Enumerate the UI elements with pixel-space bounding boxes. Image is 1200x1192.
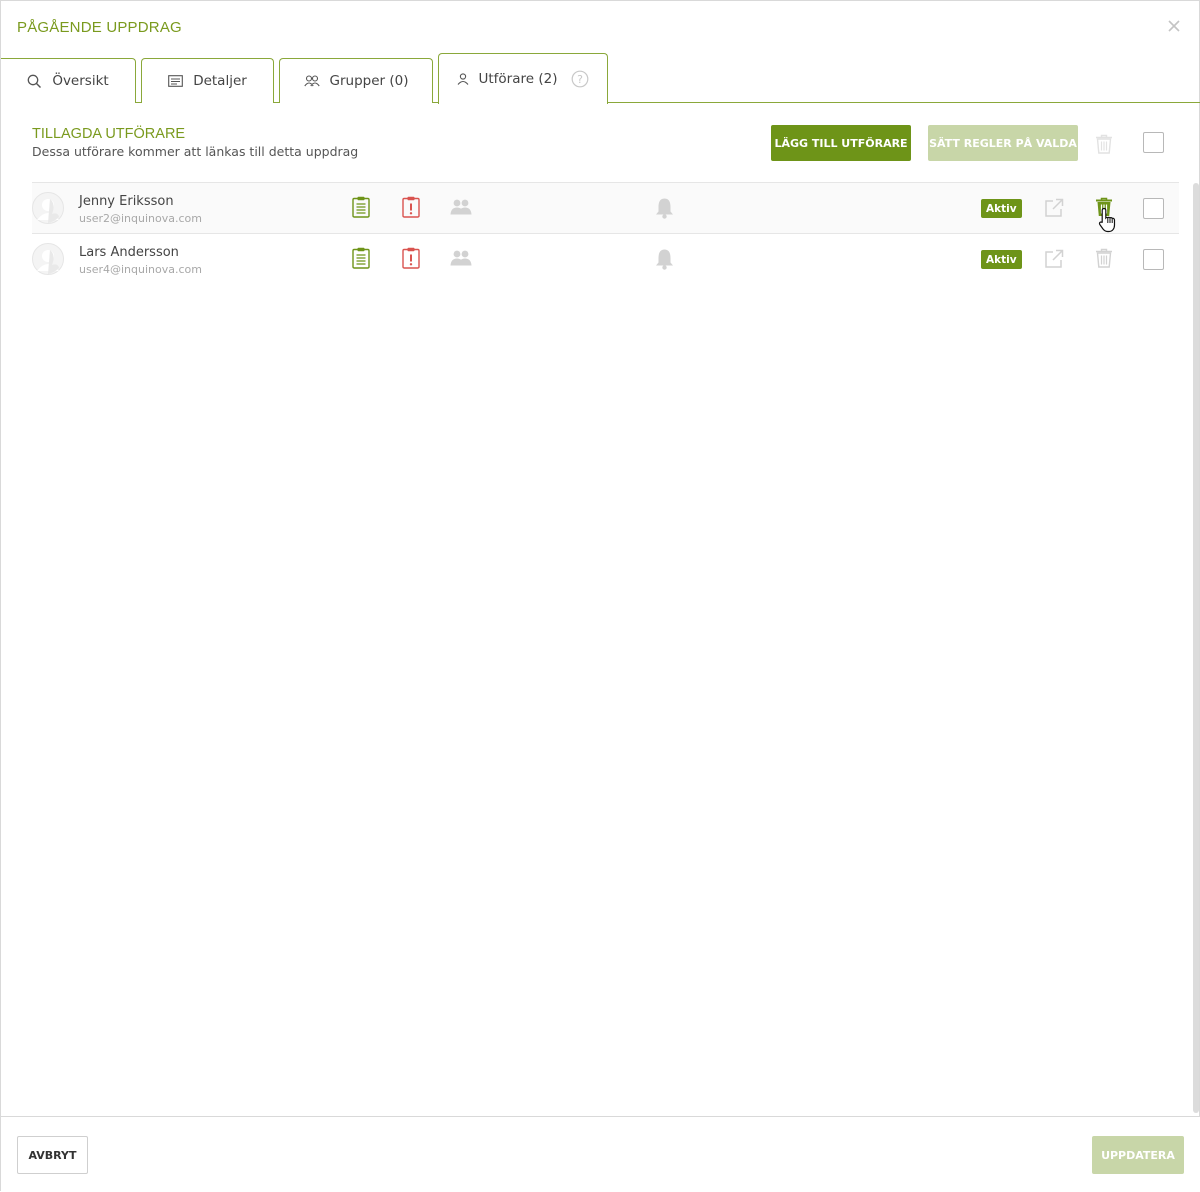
performer-list: Jenny Eriksson user2@inquinova.com Aktiv: [32, 182, 1179, 284]
performer-name: Lars Andersson: [79, 245, 179, 260]
tab-detaljer[interactable]: Detaljer: [141, 58, 274, 103]
modal-footer: AVBRYT UPPDATERA: [1, 1116, 1200, 1192]
cancel-button[interactable]: AVBRYT: [17, 1136, 88, 1174]
performer-email: user2@inquinova.com: [79, 212, 202, 225]
svg-text:?: ?: [578, 73, 584, 86]
row-checkbox[interactable]: [1143, 249, 1164, 270]
clipboard-list-icon[interactable]: [352, 196, 370, 218]
trash-icon[interactable]: [1095, 134, 1113, 159]
tab-utforare[interactable]: Utförare (2) ?: [438, 53, 608, 104]
select-all-checkbox[interactable]: [1143, 132, 1164, 153]
avatar: [32, 243, 64, 275]
list-icon: [168, 75, 184, 87]
group-icon[interactable]: [450, 199, 472, 215]
tab-grupper[interactable]: Grupper (0): [279, 58, 433, 103]
bell-icon[interactable]: [655, 248, 674, 270]
avatar: [32, 192, 64, 224]
tab-label: Utförare (2): [478, 71, 558, 87]
tab-oversikt[interactable]: Översikt: [1, 58, 136, 103]
external-link-icon[interactable]: [1044, 198, 1064, 218]
performer-row: Lars Andersson user4@inquinova.com Aktiv: [32, 233, 1179, 284]
tab-label: Översikt: [52, 73, 109, 89]
section-title: TILLAGDA UTFÖRARE: [32, 126, 186, 142]
set-rules-button[interactable]: SÄTT REGLER PÅ VALDA: [928, 125, 1078, 161]
add-performer-button[interactable]: LÄGG TILL UTFÖRARE: [771, 125, 911, 161]
performer-name: Jenny Eriksson: [79, 194, 174, 209]
modal-title: PÅGÅENDE UPPDRAG: [17, 19, 182, 36]
status-badge: Aktiv: [981, 250, 1022, 269]
tab-label: Grupper (0): [329, 73, 409, 89]
bell-icon[interactable]: [655, 197, 674, 219]
clipboard-alert-icon[interactable]: [402, 196, 420, 218]
user-icon: [457, 73, 469, 85]
tab-label: Detaljer: [193, 73, 247, 89]
help-icon[interactable]: ?: [571, 70, 589, 88]
performer-email: user4@inquinova.com: [79, 263, 202, 276]
clipboard-list-icon[interactable]: [352, 247, 370, 269]
update-button[interactable]: UPPDATERA: [1092, 1136, 1184, 1174]
users-icon: [303, 75, 320, 87]
search-icon: [27, 74, 42, 89]
trash-icon[interactable]: [1095, 248, 1113, 268]
row-checkbox[interactable]: [1143, 198, 1164, 219]
external-link-icon[interactable]: [1044, 249, 1064, 269]
close-icon[interactable]: [1165, 17, 1183, 35]
group-icon[interactable]: [450, 250, 472, 266]
status-badge: Aktiv: [981, 199, 1022, 218]
trash-icon[interactable]: [1095, 197, 1113, 217]
performer-row: Jenny Eriksson user2@inquinova.com Aktiv: [32, 182, 1179, 233]
clipboard-alert-icon[interactable]: [402, 247, 420, 269]
tab-bar: Översikt Detaljer Grupper (0) Utförare (…: [1, 53, 1200, 104]
edit-assignment-modal: PÅGÅENDE UPPDRAG Översikt Detaljer Grupp…: [0, 0, 1200, 1192]
section-subtitle: Dessa utförare kommer att länkas till de…: [32, 144, 359, 159]
scrollbar[interactable]: [1193, 183, 1199, 1113]
